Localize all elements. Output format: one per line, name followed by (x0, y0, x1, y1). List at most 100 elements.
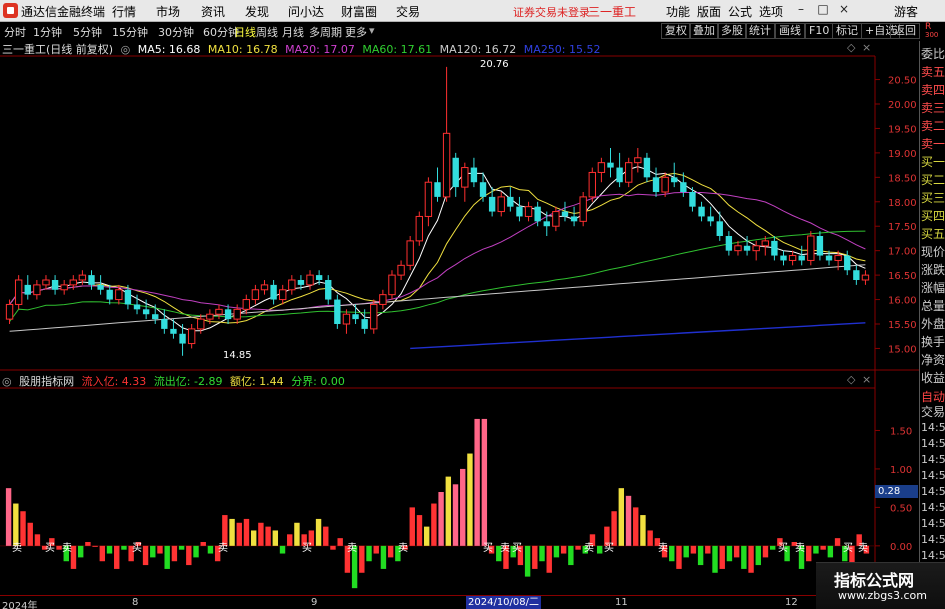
candle-body (24, 284, 31, 295)
sell-signal-marker: 卖 (398, 542, 408, 554)
sell-signal-marker: 卖 (858, 542, 868, 554)
flow-bar (762, 545, 769, 558)
y-tick-label: 18.00 (888, 198, 917, 209)
flow-bar (157, 545, 163, 554)
high-price-annotation: 20.76 (480, 59, 509, 70)
flow-bar (380, 545, 387, 569)
y-tick-label: 0.00 (890, 542, 912, 553)
flow-bar (121, 545, 127, 550)
flow-bar (387, 545, 394, 558)
candle-body (725, 236, 733, 251)
candle-body (634, 157, 642, 164)
y-tick-label: 18.50 (888, 173, 917, 184)
candle-body (142, 309, 150, 315)
candle-body (78, 274, 87, 281)
sidebar-item-bid2: 买二 (921, 173, 945, 187)
candle-body (161, 319, 168, 329)
sidebar-item-change: 涨跌 (921, 263, 945, 277)
candle-body (497, 196, 505, 213)
y-tick-label: 19.50 (888, 124, 917, 135)
flow-bar (769, 545, 776, 550)
candle-body (788, 255, 797, 261)
flow-bar (719, 545, 725, 569)
candle-body (133, 304, 141, 310)
buy-signal-marker: 买 (132, 542, 142, 554)
flow-bar (755, 545, 761, 566)
flow-bar (359, 545, 365, 573)
ma20-line (9, 192, 866, 311)
sidebar-item-ask1: 卖一 (921, 137, 945, 151)
candle-body (771, 240, 778, 256)
candle-body (297, 280, 305, 285)
flow-bar (460, 468, 466, 546)
candle-body (570, 216, 578, 222)
flow-bar (633, 507, 639, 546)
sidebar-trade-label[interactable]: 交易 (921, 403, 945, 420)
candle-body (51, 280, 59, 290)
candle-body (652, 177, 660, 192)
indicator-name: 股朋指标网 (19, 375, 75, 388)
flow-bar (820, 545, 826, 550)
sell-signal-marker: 卖 (218, 542, 228, 554)
candle-body (251, 289, 260, 301)
flow-bar (279, 545, 286, 554)
flow-bar (56, 545, 62, 550)
candle-body (315, 275, 323, 280)
indicator-settings-icon[interactable]: ◎ (2, 375, 12, 388)
watermark-title: 指标公式网 (834, 571, 915, 590)
flow-bar (207, 545, 214, 554)
flow-bar (258, 522, 264, 546)
flow-bar (625, 495, 632, 546)
candle-body (561, 211, 569, 217)
candle-body (643, 157, 651, 178)
sidebar-item-turnover: 换手 (921, 335, 945, 349)
candle-body (780, 255, 787, 261)
candle-body (452, 157, 459, 188)
candle-body (853, 270, 860, 280)
candle-body (716, 221, 723, 236)
tick-time: 14:56 (921, 517, 945, 530)
buy-signal-marker: 买 (302, 542, 312, 554)
candle-body (97, 284, 104, 290)
candle-body (579, 196, 587, 222)
kline-chart[interactable]: 20.50 20.00 19.50 19.00 18.50 18.00 17.50 17.00… (0, 0, 945, 609)
sell-signal-marker: 卖 (584, 542, 594, 554)
flow-bar (229, 518, 235, 546)
candle-body (807, 235, 815, 261)
tick-time: 14:56 (921, 437, 945, 450)
flow-bar (236, 522, 242, 546)
flow-bar (200, 542, 206, 546)
candle-body (288, 279, 296, 291)
candle-body (260, 284, 269, 291)
flow-bar (142, 545, 149, 566)
date-label: 9 (311, 597, 318, 608)
flow-bar (546, 545, 552, 573)
candle-body (516, 206, 523, 217)
candle-body (233, 308, 241, 320)
flow-bar (474, 418, 480, 546)
candle-body (479, 182, 487, 197)
flow-bar (287, 534, 293, 546)
y-tick-label: 16.00 (888, 296, 917, 307)
flow-bar (532, 545, 538, 569)
sidebar-item-bid4: 买四 (921, 209, 945, 223)
candle-body (415, 215, 423, 242)
candle-body (524, 206, 533, 217)
tick-time: 14:56 (921, 485, 945, 498)
flow-bar (705, 545, 711, 554)
candle-body (370, 303, 378, 330)
buy-signal-marker: 买 (483, 542, 493, 554)
sell-signal-marker: 卖 (12, 542, 22, 554)
flow-bar (827, 545, 834, 558)
flow-bar (423, 526, 430, 546)
y-tick-label: 17.50 (888, 222, 917, 233)
flow-bar (524, 545, 531, 577)
date-label: 11 (615, 597, 628, 608)
candle-body (397, 264, 405, 276)
flow-bar (272, 530, 279, 546)
watermark-logo: 指标公式网 www.zbgs3.com (816, 562, 945, 609)
sidebar-item-bid5: 买五 (921, 227, 945, 241)
ma120-line (9, 264, 866, 332)
buy-signal-marker: 买 (512, 542, 522, 554)
date-label: 12 (785, 597, 798, 608)
